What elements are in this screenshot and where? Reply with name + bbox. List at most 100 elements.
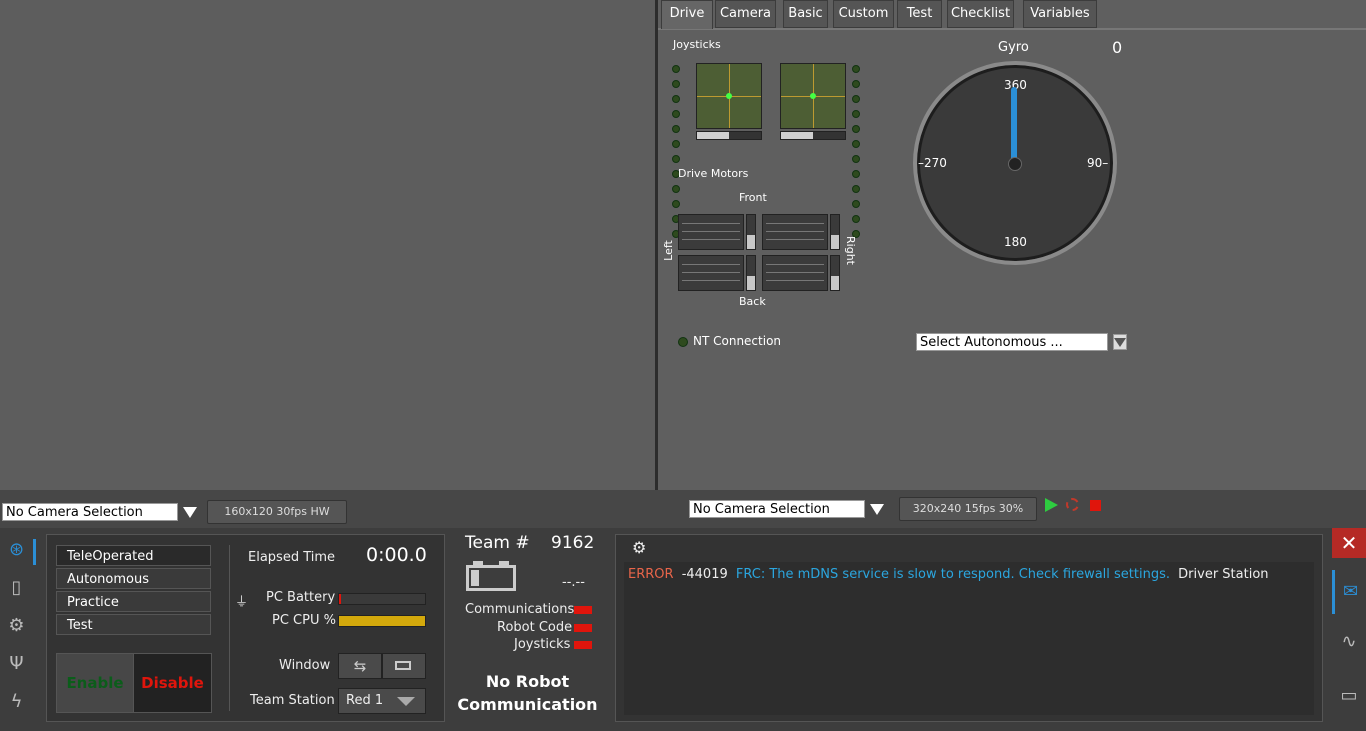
robot-status-line1: No Robot	[485, 672, 570, 691]
joysticks-status-label: Joysticks	[514, 637, 571, 652]
close-icon[interactable]: ✕	[1332, 528, 1366, 558]
camera-view-left	[0, 0, 658, 490]
nt-connection-led	[678, 337, 688, 347]
message-text: FRC: The mDNS service is slow to respond…	[735, 567, 1171, 582]
tab-basic[interactable]: Basic	[783, 0, 828, 28]
motor-back-left	[678, 255, 744, 291]
layout-icon[interactable]: ▭	[1332, 674, 1366, 718]
camera-select-left-chevron-icon[interactable]	[183, 507, 197, 518]
gyro-label: Gyro	[998, 40, 1029, 55]
joystick-2-buttons	[851, 63, 869, 243]
panel-divider	[229, 545, 230, 711]
gear-icon[interactable]: ⚙	[0, 615, 33, 636]
message-level: ERROR	[628, 567, 674, 582]
elapsed-time-value: 0:00.0	[366, 544, 427, 566]
window-label: Window	[279, 658, 331, 673]
robot-code-indicator	[574, 624, 592, 632]
elapsed-time-label: Elapsed Time	[248, 550, 336, 565]
nt-connection-label: NT Connection	[693, 334, 782, 348]
tab-test[interactable]: Test	[897, 0, 942, 28]
autonomous-dropdown-button[interactable]	[1113, 334, 1127, 350]
messages-icon[interactable]: ✉	[1332, 570, 1366, 614]
diagnostics-icon[interactable]: ▯	[0, 577, 33, 598]
motor-front-left	[678, 214, 744, 250]
pc-battery-label: PC Battery	[266, 590, 336, 605]
gyro-pivot	[1008, 157, 1022, 171]
gyro-tick-180: 180	[1004, 235, 1027, 249]
left-label: Left	[661, 240, 675, 261]
window-dock-button[interactable]: ⇆	[338, 653, 382, 679]
motor-front-right-slider	[830, 214, 840, 250]
camera-select-right-chevron-icon[interactable]	[870, 504, 884, 515]
camera-select-right[interactable]: No Camera Selection	[689, 500, 865, 518]
disable-button[interactable]: Disable	[133, 653, 212, 713]
team-station-label: Team Station	[250, 693, 335, 708]
gyro-tick-270: –270	[918, 156, 947, 170]
gyro-value: 0	[1112, 38, 1123, 57]
gear-icon[interactable]: ⚙	[632, 538, 646, 557]
mode-practice[interactable]: Practice	[56, 591, 211, 612]
message-code: -44019	[681, 567, 728, 582]
usb-icon[interactable]: Ψ	[0, 653, 33, 674]
robot-status-line2: Communication	[457, 695, 598, 714]
tab-drive[interactable]: Drive	[661, 0, 713, 29]
tab-custom[interactable]: Custom	[833, 0, 894, 28]
communications-indicator	[574, 606, 592, 614]
mode-test[interactable]: Test	[56, 614, 211, 635]
robot-status: No Robot Communication	[455, 670, 600, 716]
robot-code-label: Robot Code	[497, 620, 573, 635]
camera-info-left[interactable]: 160x120 30fps HW	[207, 500, 347, 524]
window-normal-button[interactable]	[382, 653, 426, 679]
gyro-gauge: 360 90– 180 –270	[913, 61, 1117, 265]
pc-cpu-label: PC CPU %	[272, 613, 336, 628]
joysticks-label: Joysticks	[673, 38, 721, 51]
team-station-value: Red 1	[346, 693, 384, 708]
autonomous-select[interactable]: Select Autonomous ...	[916, 333, 1108, 351]
steering-wheel-icon[interactable]: ⊛	[0, 539, 36, 565]
motor-front-right	[762, 214, 828, 250]
motor-back-left-slider	[746, 255, 756, 291]
gyro-tick-90: 90–	[1087, 156, 1109, 170]
stop-icon[interactable]	[1090, 500, 1101, 511]
power-icon[interactable]: ϟ	[0, 691, 33, 712]
charts-icon[interactable]: ∿	[1332, 620, 1366, 664]
plug-icon: ⏚	[235, 595, 249, 610]
tab-bar: Drive Camera Basic Custom Test Checklist…	[658, 0, 1366, 30]
message-log[interactable]: ERROR -44019 FRC: The mDNS service is sl…	[624, 562, 1314, 715]
play-icon[interactable]	[1045, 498, 1058, 512]
communications-label: Communications	[465, 602, 575, 617]
tab-checklist[interactable]: Checklist	[947, 0, 1014, 28]
camera-info-right[interactable]: 320x240 15fps 30%	[899, 497, 1037, 521]
enable-button[interactable]: Enable	[56, 653, 134, 713]
back-label: Back	[739, 295, 766, 308]
pc-battery-bar	[338, 593, 426, 605]
motor-back-right-slider	[830, 255, 840, 291]
camera-select-left[interactable]: No Camera Selection	[2, 503, 178, 521]
joystick-2-throttle	[780, 131, 846, 140]
team-number: 9162	[551, 533, 595, 553]
joystick-1-throttle	[696, 131, 762, 140]
drive-motors-label: Drive Motors	[678, 167, 749, 180]
team-station-select[interactable]: Red 1	[338, 688, 426, 714]
message-row: ERROR -44019 FRC: The mDNS service is sl…	[628, 567, 1269, 582]
joystick-1-plot	[696, 63, 762, 129]
tab-camera[interactable]: Camera	[715, 0, 776, 28]
motor-front-left-slider	[746, 214, 756, 250]
team-label: Team #	[465, 533, 530, 553]
joysticks-indicator	[574, 641, 592, 649]
messages-panel: ⚙ ERROR -44019 FRC: The mDNS service is …	[615, 534, 1323, 722]
pc-cpu-bar	[338, 615, 426, 627]
dashboard-panel: Drive Camera Basic Custom Test Checklist…	[658, 0, 1366, 490]
tab-variables[interactable]: Variables	[1023, 0, 1097, 28]
operation-panel: TeleOperated Autonomous Practice Test En…	[46, 534, 445, 722]
battery-icon	[466, 561, 516, 591]
motor-back-right	[762, 255, 828, 291]
joystick-2-plot	[780, 63, 846, 129]
front-label: Front	[739, 191, 767, 204]
gyro-needle	[1011, 87, 1017, 163]
right-label: Right	[843, 236, 857, 265]
mode-autonomous[interactable]: Autonomous	[56, 568, 211, 589]
record-icon[interactable]	[1066, 498, 1079, 511]
message-source: Driver Station	[1178, 567, 1269, 582]
mode-teleoperated[interactable]: TeleOperated	[56, 545, 211, 566]
